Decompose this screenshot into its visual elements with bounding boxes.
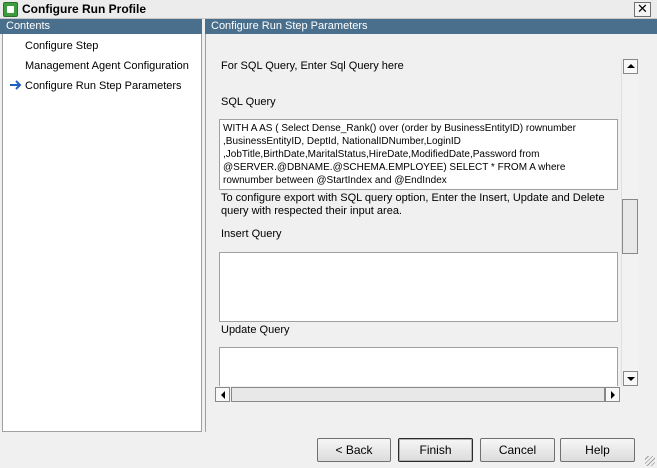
resize-grip-icon[interactable] bbox=[645, 456, 655, 466]
insert-query-input[interactable] bbox=[219, 252, 618, 322]
selected-arrow-icon bbox=[10, 80, 22, 90]
insert-query-label: Insert Query bbox=[221, 228, 282, 240]
sql-query-label: SQL Query bbox=[221, 96, 276, 108]
vertical-scroll-thumb[interactable] bbox=[622, 199, 638, 254]
sql-hint-text: For SQL Query, Enter Sql Query here bbox=[221, 60, 404, 72]
export-note-text: To configure export with SQL query optio… bbox=[221, 192, 605, 217]
app-icon bbox=[3, 2, 18, 17]
section-header: Configure Run Step Parameters bbox=[205, 19, 657, 34]
scroll-up-button[interactable] bbox=[623, 59, 638, 74]
contents-header: Contents bbox=[0, 19, 202, 34]
help-button[interactable]: Help bbox=[560, 438, 635, 462]
title-bar: Configure Run Profile ✕ bbox=[0, 0, 657, 19]
back-button[interactable]: < Back bbox=[317, 438, 391, 462]
nav-item-configure-run-step-parameters[interactable]: Configure Run Step Parameters bbox=[25, 79, 182, 93]
cancel-button[interactable]: Cancel bbox=[480, 438, 555, 462]
close-button[interactable]: ✕ bbox=[634, 2, 651, 17]
horizontal-scrollbar[interactable] bbox=[215, 386, 621, 403]
update-query-input[interactable] bbox=[219, 347, 618, 387]
finish-button[interactable]: Finish bbox=[398, 438, 473, 462]
nav-item-management-agent-configuration[interactable]: Management Agent Configuration bbox=[25, 59, 189, 73]
nav-item-configure-step[interactable]: Configure Step bbox=[25, 39, 98, 53]
update-query-label: Update Query bbox=[221, 324, 290, 336]
vertical-scrollbar[interactable] bbox=[621, 59, 638, 386]
horizontal-scroll-thumb[interactable] bbox=[231, 387, 605, 402]
sql-query-input[interactable]: WITH A AS ( Select Dense_Rank() over (or… bbox=[219, 119, 618, 190]
scroll-left-button[interactable] bbox=[215, 387, 230, 402]
scroll-down-button[interactable] bbox=[623, 371, 638, 386]
contents-pane: Configure Step Management Agent Configur… bbox=[2, 34, 202, 432]
window-title: Configure Run Profile bbox=[22, 2, 146, 16]
scroll-right-button[interactable] bbox=[605, 387, 620, 402]
